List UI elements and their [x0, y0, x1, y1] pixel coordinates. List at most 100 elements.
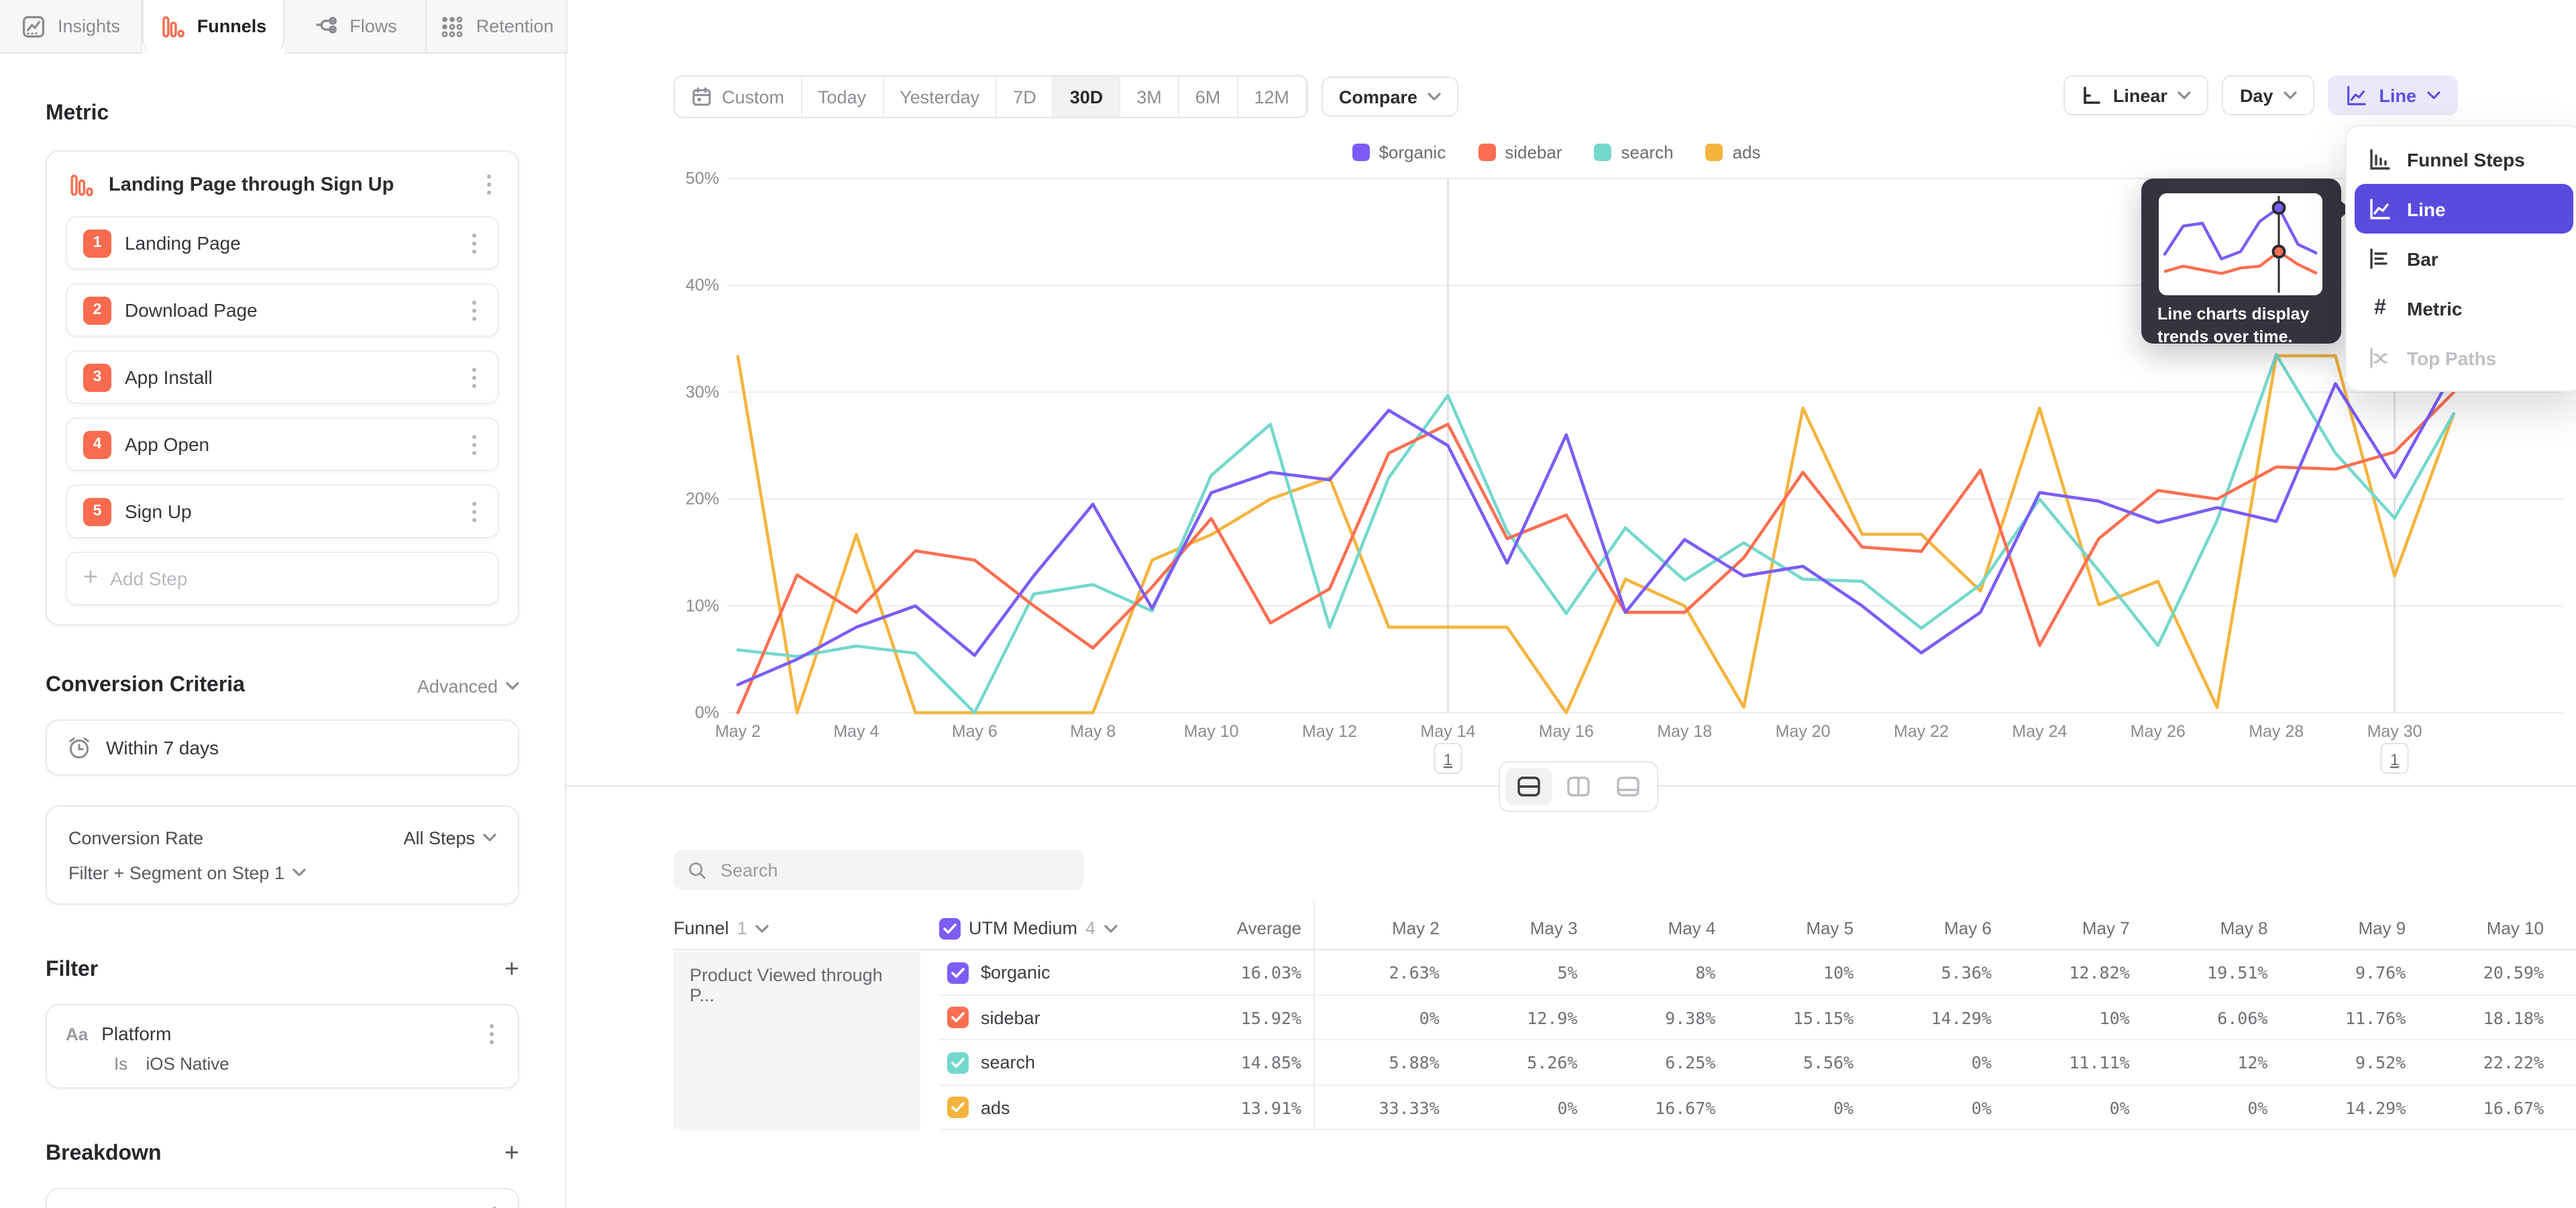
daily-value: 12% [2130, 1053, 2268, 1073]
range-12m[interactable]: 12M [1238, 77, 1307, 117]
conversion-rate-row: Conversion Rate All Steps [68, 820, 496, 855]
step-app-open[interactable]: 4 App Open [66, 417, 499, 471]
range-today[interactable]: Today [802, 77, 883, 117]
funnel-steps-list: 1 Landing Page 2 Download Page 3 App Ins… [47, 213, 518, 605]
menu-item-label: Bar [2407, 248, 2438, 269]
add-step-button[interactable]: + Add Step [66, 552, 499, 605]
step-kebab-icon[interactable] [467, 295, 482, 325]
series-name-cell: sidebar [939, 1007, 1157, 1029]
daily-value: 16.67% [1578, 1098, 1716, 1118]
tab-funnels[interactable]: Funnels [142, 0, 284, 54]
legend-sidebar[interactable]: sidebar [1478, 142, 1562, 162]
step-number-badge: 5 [83, 497, 111, 525]
interval-dropdown-button[interactable]: Day [2222, 75, 2315, 115]
tab-insights[interactable]: Insights [0, 0, 142, 54]
metric-card: Landing Page through Sign Up 1 Landing P… [46, 150, 519, 625]
series-checkbox[interactable] [947, 1097, 969, 1119]
range-30d[interactable]: 30D [1054, 77, 1121, 117]
funnel-metric-icon [68, 171, 95, 198]
table-search[interactable] [674, 850, 1084, 890]
step-kebab-icon[interactable] [467, 362, 482, 393]
scale-dropdown-button[interactable]: Linear [2063, 75, 2209, 115]
metric-card-header[interactable]: Landing Page through Sign Up [47, 152, 518, 213]
breakdown-property-label: UTM Medium [121, 1205, 439, 1208]
breakdown-column-header[interactable]: UTM Medium 4 [939, 917, 1157, 939]
series-name: $organic [981, 963, 1051, 983]
tab-retention[interactable]: Retention [426, 0, 568, 54]
svg-text:May 26: May 26 [2131, 722, 2186, 741]
top-paths-icon [2368, 346, 2392, 370]
breakdown-card[interactable]: Aa UTM Medium × [46, 1188, 519, 1208]
daily-value: 0% [1854, 1053, 1992, 1073]
step-landing-page[interactable]: 1 Landing Page [66, 216, 499, 270]
legend-ads[interactable]: ads [1706, 142, 1761, 162]
funnel-group-cell[interactable]: Product Viewed through P... [674, 952, 920, 1130]
tab-label: Funnels [197, 16, 267, 36]
filter-condition[interactable]: Is iOS Native [66, 1054, 499, 1074]
range-7d[interactable]: 7D [997, 77, 1054, 117]
all-steps-dropdown[interactable]: All Steps [403, 827, 496, 848]
chart-type-dropdown-button[interactable]: Line [2328, 75, 2458, 115]
conversion-window-card[interactable]: Within 7 days [46, 719, 519, 776]
svg-text:1: 1 [2390, 751, 2399, 769]
svg-text:May 2: May 2 [715, 722, 761, 741]
step-kebab-icon[interactable] [467, 228, 482, 258]
step-kebab-icon[interactable] [467, 429, 482, 460]
menu-item-line[interactable]: Line [2355, 184, 2573, 234]
svg-text:May 10: May 10 [1184, 722, 1239, 741]
step-download-page[interactable]: 2 Download Page [66, 283, 499, 337]
series-name-cell: ads [939, 1097, 1157, 1119]
range-label: 30D [1070, 87, 1104, 107]
filter-kebab-icon[interactable] [484, 1018, 499, 1049]
filter-property-row[interactable]: Aa Platform [66, 1016, 499, 1051]
compare-button[interactable]: Compare [1322, 77, 1459, 117]
advanced-dropdown[interactable]: Advanced [417, 676, 519, 696]
search-input[interactable] [718, 858, 1071, 881]
layout-split-horizontal-icon[interactable] [1505, 768, 1552, 805]
step-app-install[interactable]: 3 App Install [66, 350, 499, 404]
tooltip-thumbnail [2159, 193, 2322, 295]
add-filter-button[interactable]: + [504, 961, 519, 980]
svg-text:20%: 20% [686, 490, 719, 509]
tab-flows[interactable]: Flows [284, 0, 426, 54]
step-sign-up[interactable]: 5 Sign Up [66, 485, 499, 538]
layout-bottom-panel-icon[interactable] [1605, 768, 1652, 805]
daily-value: 19.51% [2130, 963, 2268, 983]
table-header: Funnel 1 UTM Medium 4 Average May 2May 3… [674, 907, 2576, 950]
step-number-badge: 1 [83, 229, 111, 257]
series-checkbox[interactable] [947, 1007, 969, 1029]
menu-item-top-paths[interactable]: Top Paths [2355, 333, 2573, 383]
svg-text:50%: 50% [686, 169, 719, 188]
step-kebab-icon[interactable] [467, 496, 482, 527]
filter-segment-dropdown[interactable]: Filter + Segment on Step 1 [68, 855, 496, 890]
date-column-header: May 5 [1715, 918, 1854, 938]
menu-item-funnel-steps[interactable]: Funnel Steps [2355, 134, 2573, 184]
layout-split-vertical-icon[interactable] [1555, 768, 1602, 805]
range-3m[interactable]: 3M [1120, 77, 1179, 117]
menu-item-bar[interactable]: Bar [2355, 234, 2573, 283]
range-6m[interactable]: 6M [1179, 77, 1238, 117]
table-row: ads 13.91% 33.33%0%16.67%0%0%0%0%14.29%1… [674, 1085, 2576, 1130]
daily-value: 5% [1440, 963, 1578, 983]
range-yesterday[interactable]: Yesterday [883, 77, 997, 117]
metric-kebab-icon[interactable] [482, 169, 496, 200]
filter-card: Aa Platform Is iOS Native [46, 1004, 519, 1089]
daily-value: 9.52% [2267, 1053, 2406, 1073]
legend-label: $organic [1379, 142, 1446, 162]
funnel-column-header[interactable]: Funnel 1 [674, 918, 939, 938]
menu-item-metric[interactable]: # Metric [2355, 283, 2573, 333]
series-checkbox[interactable] [947, 1052, 969, 1074]
remove-breakdown-icon[interactable]: × [451, 1204, 475, 1208]
funnel-col-count: 1 [737, 918, 747, 938]
breakdown-heading: Breakdown [46, 1142, 162, 1166]
select-all-checkbox[interactable] [939, 917, 961, 939]
breakdown-kebab-icon[interactable] [487, 1201, 502, 1208]
series-checkbox[interactable] [947, 962, 969, 984]
legend-search[interactable]: search [1595, 142, 1674, 162]
all-steps-label: All Steps [403, 827, 475, 848]
filter-value: iOS Native [146, 1054, 229, 1074]
range-custom[interactable]: Custom [675, 77, 802, 117]
add-breakdown-button[interactable]: + [504, 1145, 519, 1164]
legend-organic[interactable]: $organic [1352, 142, 1446, 162]
clock-icon [66, 734, 93, 761]
